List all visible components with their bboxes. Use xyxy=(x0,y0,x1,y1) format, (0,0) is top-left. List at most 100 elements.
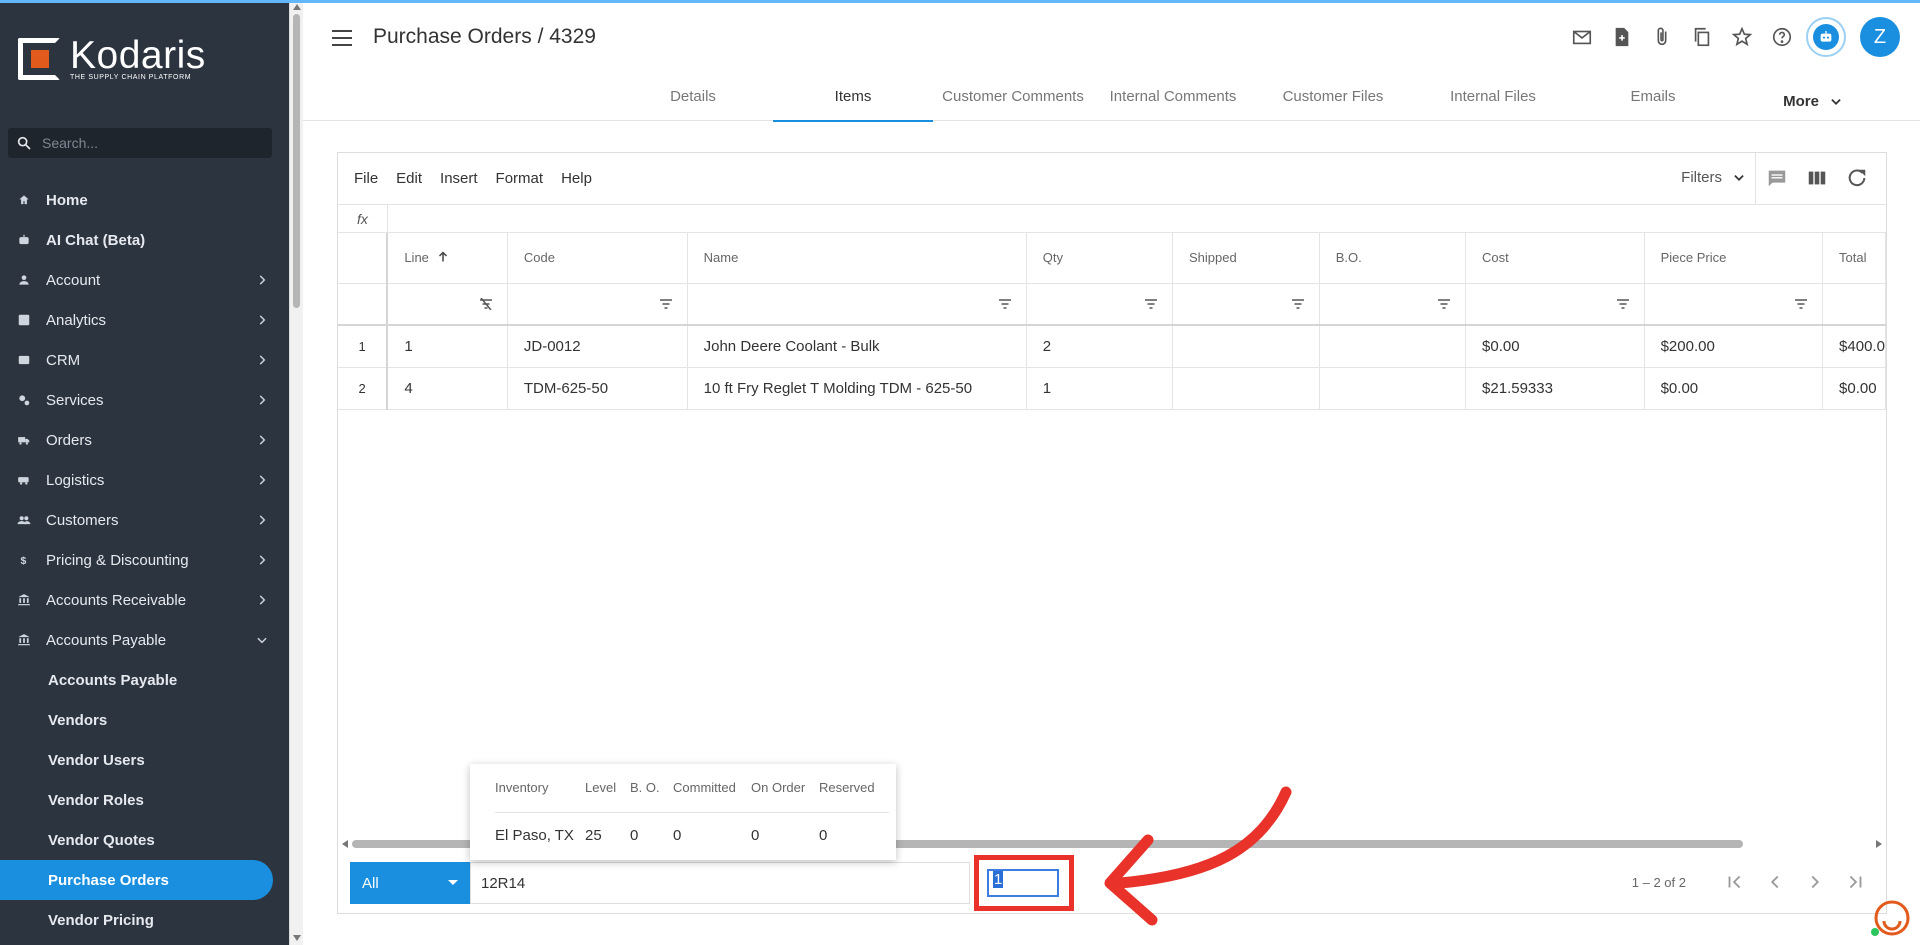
mail-icon[interactable] xyxy=(1562,17,1602,57)
star-icon[interactable] xyxy=(1722,17,1762,57)
menu-format[interactable]: Format xyxy=(496,170,544,187)
tab-items[interactable]: Items xyxy=(773,83,933,122)
sidebar-subitem-accounts-payable[interactable]: Accounts Payable xyxy=(0,660,289,700)
table-cell[interactable]: $0.00 xyxy=(1644,367,1824,410)
column-header-cost[interactable]: Cost xyxy=(1465,233,1645,284)
table-cell[interactable] xyxy=(1172,325,1320,368)
brand-logo[interactable]: Kodaris THE SUPPLY CHAIN PLATFORM xyxy=(18,36,206,81)
first-page-icon[interactable] xyxy=(1724,871,1748,895)
column-header-line[interactable]: Line xyxy=(387,233,508,284)
table-cell[interactable]: $0.00 xyxy=(1822,367,1886,410)
filters-dropdown[interactable]: Filters xyxy=(1681,169,1746,186)
column-header-name[interactable]: Name xyxy=(687,233,1027,284)
user-avatar[interactable]: Z xyxy=(1860,17,1900,57)
scroll-right-arrow[interactable] xyxy=(1876,840,1882,848)
table-cell[interactable] xyxy=(1319,367,1467,410)
filter-icon[interactable] xyxy=(1616,298,1630,310)
new-document-icon[interactable] xyxy=(1602,17,1642,57)
sidebar-subitem-vendor-roles[interactable]: Vendor Roles xyxy=(0,780,289,820)
scrollbar-thumb[interactable] xyxy=(293,14,300,308)
sidebar-item-accounts-receivable[interactable]: Accounts Receivable xyxy=(0,580,289,620)
last-page-icon[interactable] xyxy=(1844,871,1868,895)
sidebar-item-customers[interactable]: Customers xyxy=(0,500,289,540)
sidebar-subitem-vendors[interactable]: Vendors xyxy=(0,700,289,740)
table-cell[interactable]: 4 xyxy=(387,367,508,410)
sidebar-item-services[interactable]: Services xyxy=(0,380,289,420)
tab-customer-comments[interactable]: Customer Comments xyxy=(933,83,1093,121)
filter-cell[interactable] xyxy=(507,283,688,326)
filter-icon[interactable] xyxy=(998,298,1012,310)
filter-cell[interactable] xyxy=(1026,283,1174,326)
tab-internal-files[interactable]: Internal Files xyxy=(1413,83,1573,121)
menu-edit[interactable]: Edit xyxy=(396,170,422,187)
filter-cell[interactable] xyxy=(1822,283,1886,326)
filter-icon[interactable] xyxy=(1291,298,1305,310)
table-cell[interactable]: 2 xyxy=(1026,325,1174,368)
table-cell[interactable]: 1 xyxy=(1026,367,1174,410)
sidebar-scrollbar[interactable] xyxy=(289,0,303,945)
scope-select[interactable]: All xyxy=(350,862,470,904)
menu-file[interactable]: File xyxy=(354,170,378,187)
refresh-icon[interactable] xyxy=(1846,167,1870,191)
ai-assistant-button[interactable] xyxy=(1806,17,1846,57)
scroll-up-arrow[interactable] xyxy=(293,4,301,10)
table-row[interactable]: 1 1 JD-0012 John Deere Coolant - Bulk 2 $0.00… xyxy=(338,325,1886,368)
tab-internal-comments[interactable]: Internal Comments xyxy=(1093,83,1253,121)
sidebar-item-accounts-payable[interactable]: Accounts Payable xyxy=(0,620,289,660)
scroll-left-arrow[interactable] xyxy=(342,840,348,848)
table-cell[interactable]: $21.59333 xyxy=(1465,367,1645,410)
table-cell[interactable]: 1 xyxy=(387,325,508,368)
column-header-qty[interactable]: Qty xyxy=(1026,233,1174,284)
item-code-input[interactable] xyxy=(470,862,970,904)
sidebar-item-home[interactable]: Home xyxy=(0,180,289,220)
table-cell[interactable]: John Deere Coolant - Bulk xyxy=(687,325,1027,368)
column-header-shipped[interactable]: Shipped xyxy=(1172,233,1320,284)
filter-icon[interactable] xyxy=(1794,298,1808,310)
table-cell[interactable]: JD-0012 xyxy=(507,325,688,368)
tab-more[interactable]: More xyxy=(1733,83,1893,121)
filter-cell[interactable] xyxy=(1465,283,1645,326)
table-cell[interactable]: 10 ft Fry Reglet T Molding TDM - 625-50 xyxy=(687,367,1027,410)
filter-icon[interactable] xyxy=(1437,298,1451,310)
sort-ascending-icon[interactable] xyxy=(437,251,449,263)
search-input[interactable] xyxy=(42,135,262,151)
copy-icon[interactable] xyxy=(1682,17,1722,57)
sidebar-subitem-vendor-quotes[interactable]: Vendor Quotes xyxy=(0,820,289,860)
sidebar-item-analytics[interactable]: Analytics xyxy=(0,300,289,340)
tab-emails[interactable]: Emails xyxy=(1573,83,1733,121)
filter-cell[interactable] xyxy=(687,283,1027,326)
table-cell[interactable]: $400.0 xyxy=(1822,325,1886,368)
next-page-icon[interactable] xyxy=(1804,871,1828,895)
filter-cell[interactable] xyxy=(1644,283,1824,326)
quantity-input[interactable]: 1 xyxy=(987,869,1059,897)
table-cell[interactable]: TDM-625-50 xyxy=(507,367,688,410)
menu-help[interactable]: Help xyxy=(561,170,592,187)
support-chat-icon[interactable] xyxy=(1868,896,1912,940)
filter-cell[interactable] xyxy=(1172,283,1320,326)
sidebar-subitem-vendor-pricing[interactable]: Vendor Pricing xyxy=(0,900,289,940)
clear-filter-icon[interactable] xyxy=(479,297,493,310)
previous-page-icon[interactable] xyxy=(1764,871,1788,895)
column-header-piece-price[interactable]: Piece Price xyxy=(1644,233,1824,284)
sidebar-item-crm[interactable]: CRM xyxy=(0,340,289,380)
filter-icon[interactable] xyxy=(1144,298,1158,310)
sidebar-item-account[interactable]: Account xyxy=(0,260,289,300)
table-cell[interactable]: $200.00 xyxy=(1644,325,1824,368)
tab-details[interactable]: Details xyxy=(613,83,773,121)
attachment-icon[interactable] xyxy=(1642,17,1682,57)
menu-icon[interactable] xyxy=(332,30,352,46)
filter-icon[interactable] xyxy=(659,298,673,310)
sidebar-item-pricing-discounting[interactable]: $ Pricing & Discounting xyxy=(0,540,289,580)
menu-insert[interactable]: Insert xyxy=(440,170,478,187)
comment-icon[interactable] xyxy=(1766,167,1790,191)
scroll-down-arrow[interactable] xyxy=(293,935,301,941)
table-cell[interactable]: $0.00 xyxy=(1465,325,1645,368)
column-header-total[interactable]: Total xyxy=(1822,233,1886,284)
help-icon[interactable] xyxy=(1762,17,1802,57)
column-header-code[interactable]: Code xyxy=(507,233,688,284)
sidebar-item-orders[interactable]: Orders xyxy=(0,420,289,460)
column-header-b-o[interactable]: B.O. xyxy=(1319,233,1467,284)
filter-cell[interactable] xyxy=(387,283,508,326)
filter-cell[interactable] xyxy=(1319,283,1467,326)
table-row[interactable]: 2 4 TDM-625-50 10 ft Fry Reglet T Molding T… xyxy=(338,367,1886,410)
